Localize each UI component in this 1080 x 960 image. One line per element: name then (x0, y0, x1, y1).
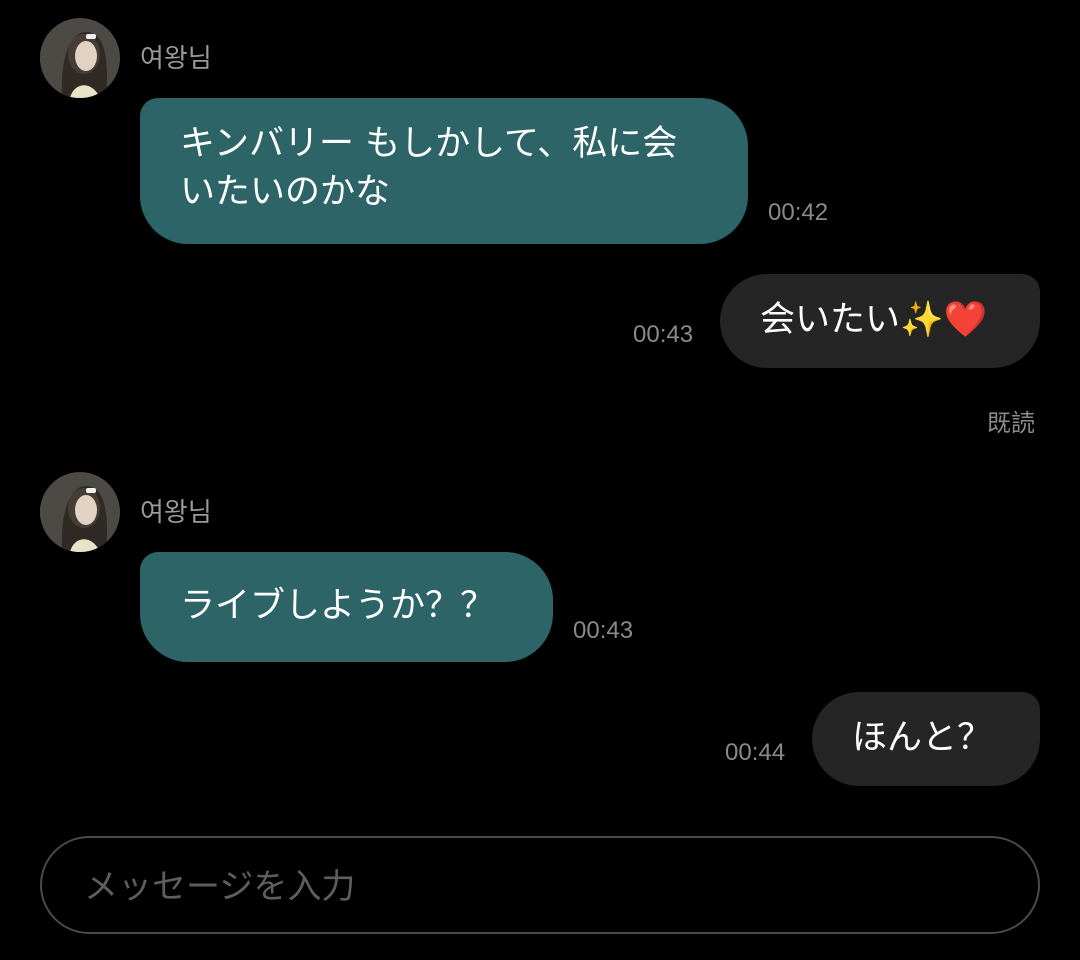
message-input[interactable] (82, 862, 986, 912)
message-timestamp: 00:44 (725, 739, 786, 766)
message-timestamp: 00:43 (573, 617, 634, 644)
message-composer[interactable] (40, 836, 1040, 934)
read-receipt: 既読 (987, 409, 1035, 437)
avatar-image (40, 18, 120, 98)
chat-screen: 여왕님 キンバリー もしかして、私に会いたいのかな 00:42 00:43 会い… (0, 0, 1080, 960)
sender-name: 여왕님 (140, 44, 212, 74)
avatar[interactable] (40, 472, 120, 552)
sender-name: 여왕님 (140, 498, 212, 528)
message-bubble-outgoing[interactable]: 会いたい✨❤️ (720, 274, 1040, 368)
avatar[interactable] (40, 18, 120, 98)
avatar-image (40, 472, 120, 552)
message-timestamp: 00:43 (633, 321, 694, 348)
message-bubble-outgoing[interactable]: ほんと？ (812, 692, 1040, 786)
message-bubble-incoming[interactable]: ライブしようか？？ (140, 552, 553, 662)
message-timestamp: 00:42 (768, 199, 829, 226)
message-bubble-incoming[interactable]: キンバリー もしかして、私に会いたいのかな (140, 98, 748, 244)
